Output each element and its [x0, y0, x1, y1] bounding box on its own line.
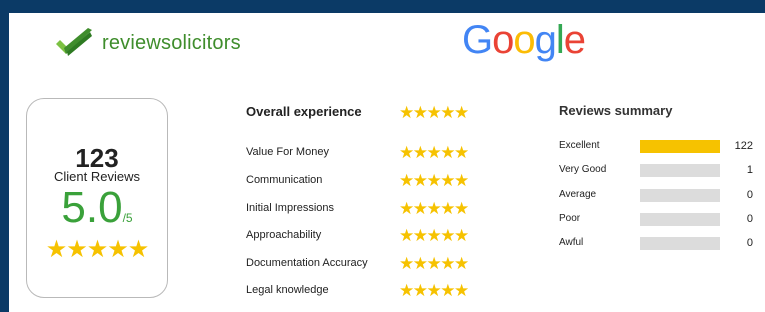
- category-stars-icon: ★★★★★: [399, 254, 469, 273]
- brand-name: reviewsolicitors: [102, 31, 241, 54]
- category-row: Approachability ★★★★★: [246, 226, 486, 249]
- category-stars-icon: ★★★★★: [399, 226, 469, 245]
- category-label: Documentation Accuracy: [246, 257, 368, 269]
- overall-stars-icon: ★★★★★: [45, 236, 150, 263]
- summary-label: Very Good: [559, 164, 607, 175]
- summary-label: Awful: [559, 237, 584, 248]
- category-stars-icon: ★★★★★: [399, 171, 469, 190]
- summary-bar: [640, 237, 720, 250]
- summary-label: Average: [559, 189, 597, 200]
- google-letter: o: [492, 18, 514, 62]
- category-label: Legal knowledge: [246, 284, 329, 296]
- summary-row: Awful 0: [559, 237, 759, 257]
- google-logo: Google: [462, 18, 586, 63]
- google-letter: o: [513, 18, 535, 62]
- category-label: Communication: [246, 174, 323, 186]
- summary-row: Excellent 122: [559, 140, 759, 160]
- summary-bar: [640, 213, 720, 226]
- category-row: Communication ★★★★★: [246, 171, 486, 194]
- google-letter: g: [534, 18, 557, 62]
- client-reviews-label: Client Reviews: [54, 169, 140, 184]
- overall-rating: 5.0/5: [27, 183, 167, 233]
- summary-bar: [640, 140, 720, 153]
- category-stars-icon: ★★★★★: [399, 103, 469, 122]
- summary-count: 1: [746, 164, 753, 176]
- checkmark-logo-icon: [56, 28, 92, 56]
- category-label: Approachability: [246, 229, 322, 241]
- summary-row: Very Good 1: [559, 164, 759, 184]
- category-row: Initial Impressions ★★★★★: [246, 199, 486, 222]
- category-row: Overall experience ★★★★★: [246, 103, 486, 126]
- summary-bar: [640, 189, 720, 202]
- reviews-summary-title: Reviews summary: [559, 103, 673, 118]
- category-label: Initial Impressions: [246, 202, 335, 214]
- summary-bar: [640, 164, 720, 177]
- summary-row: Average 0: [559, 189, 759, 209]
- category-stars-icon: ★★★★★: [399, 199, 469, 218]
- overall-score-box: 123 Client Reviews 5.0/5 ★★★★★: [26, 98, 168, 298]
- category-row: Value For Money ★★★★★: [246, 143, 486, 166]
- summary-bar-fill: [640, 140, 720, 153]
- google-letter: G: [462, 18, 493, 62]
- category-row: Documentation Accuracy ★★★★★: [246, 254, 486, 277]
- category-row: Legal knowledge ★★★★★: [246, 281, 486, 304]
- rating-value: 5.0: [61, 183, 123, 232]
- summary-count: 122: [734, 140, 753, 152]
- summary-label: Excellent: [559, 140, 600, 151]
- category-label: Value For Money: [246, 146, 329, 158]
- reviewsolicitors-logo[interactable]: reviewsolicitors: [54, 26, 241, 60]
- summary-count: 0: [746, 213, 753, 225]
- rating-scale: /5: [122, 211, 133, 225]
- category-stars-icon: ★★★★★: [399, 143, 469, 162]
- google-letter: e: [563, 18, 586, 62]
- category-label: Overall experience: [246, 104, 362, 119]
- summary-count: 0: [746, 189, 753, 201]
- category-stars-icon: ★★★★★: [399, 281, 469, 300]
- summary-row: Poor 0: [559, 213, 759, 233]
- summary-label: Poor: [559, 213, 581, 224]
- google-letter: l: [555, 18, 565, 62]
- summary-count: 0: [746, 237, 753, 249]
